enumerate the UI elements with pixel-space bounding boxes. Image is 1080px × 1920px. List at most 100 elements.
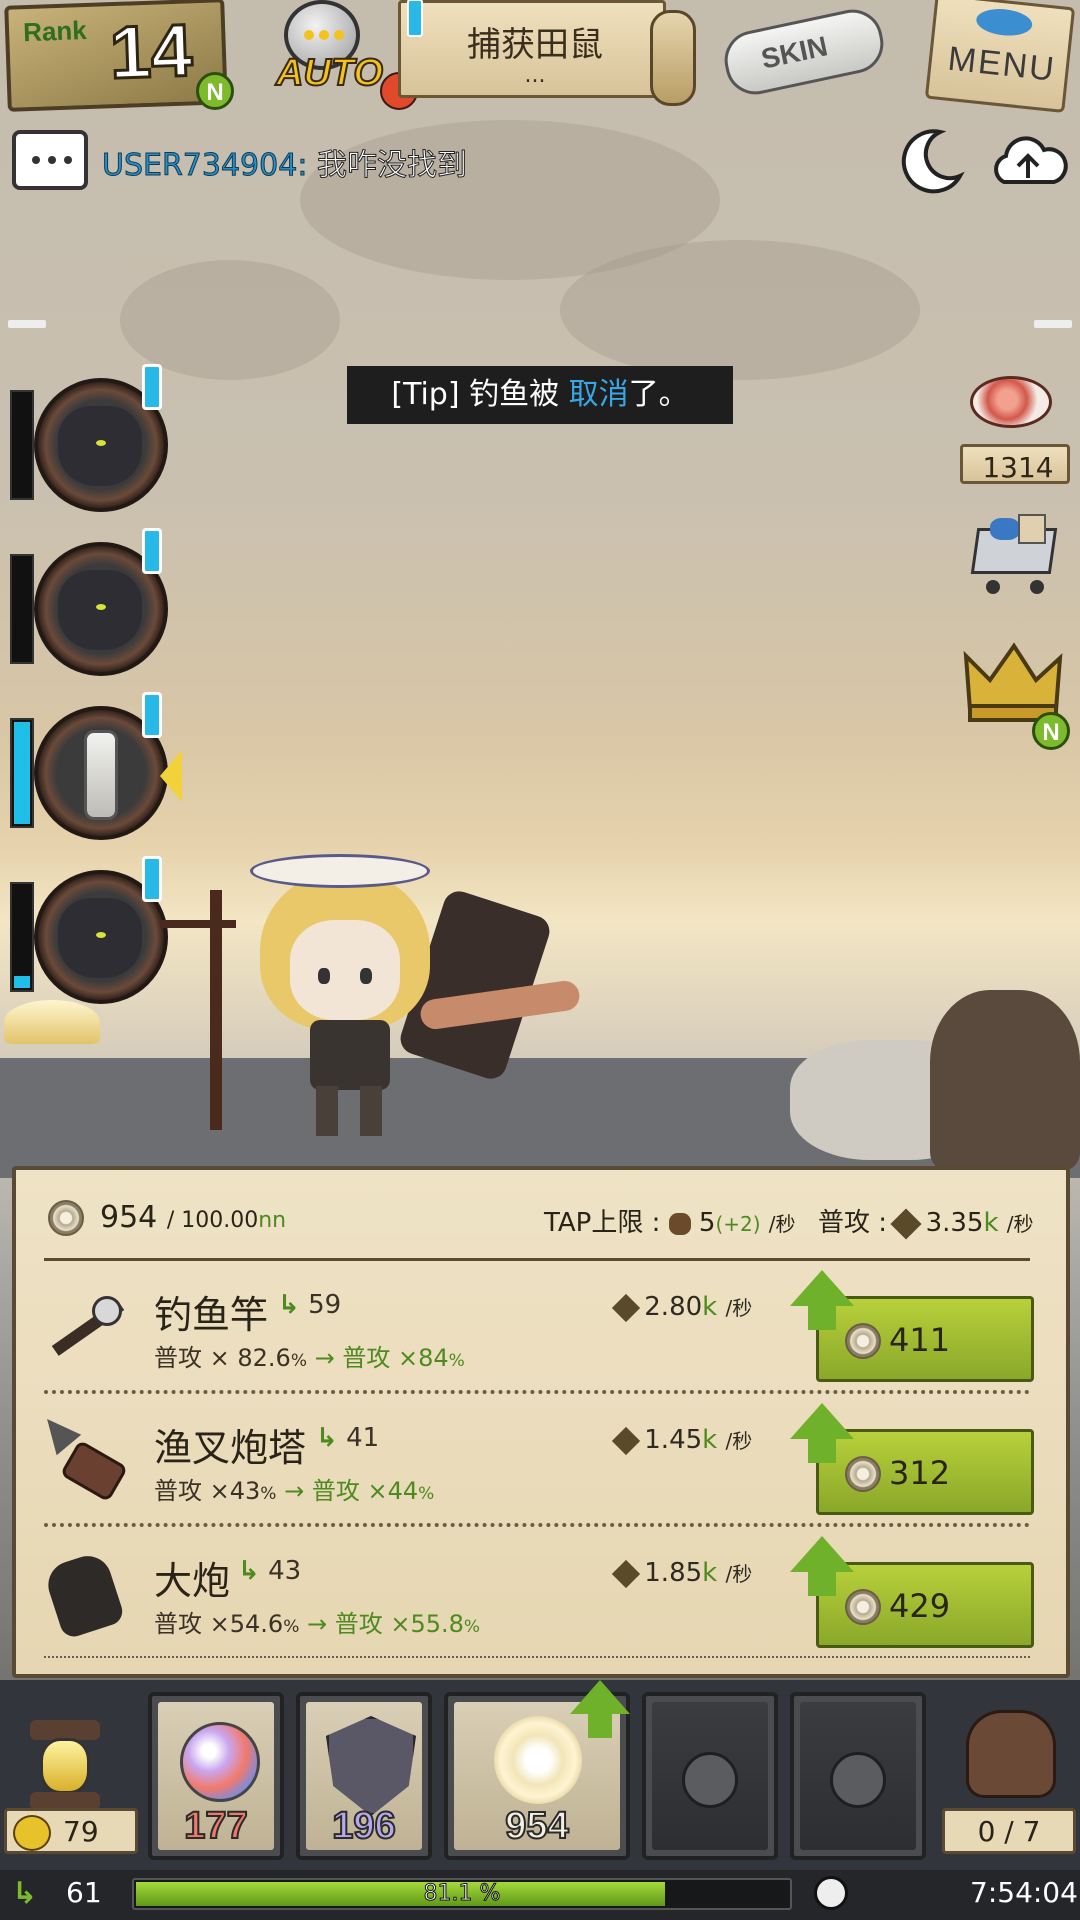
inventory-slot-orb[interactable]: 177 bbox=[148, 1692, 284, 1860]
bottle-icon bbox=[84, 730, 118, 820]
upgrade-row-cannon: 大炮 ↳ 43 普攻 ×54.6% → 普攻 ×55.8% 1.85k /秒 4… bbox=[34, 1536, 1044, 1668]
sword-icon bbox=[890, 1207, 922, 1240]
attack-label: 普攻 : bbox=[818, 1208, 888, 1238]
crew-slot[interactable] bbox=[10, 528, 168, 682]
inventory-slot-locked[interactable] bbox=[642, 1692, 778, 1860]
tip-toast: [Tip] 钓鱼被 取消了。 bbox=[347, 366, 733, 424]
alert-icon bbox=[142, 856, 162, 902]
menu-label: MENU bbox=[946, 39, 1058, 89]
attack-rate: 普攻 : 3.35k /秒 bbox=[818, 1202, 1034, 1240]
slot-progress bbox=[10, 554, 34, 664]
level-icon: ↳ bbox=[278, 1290, 300, 1320]
moon-icon[interactable] bbox=[896, 126, 966, 196]
shell-currency-icon bbox=[845, 1589, 881, 1625]
upgrade-button[interactable]: 312 bbox=[816, 1429, 1034, 1515]
cloud bbox=[120, 260, 340, 380]
upgrade-row-harpoon-turret: 渔叉炮塔 ↳ 41 普攻 ×43% → 普攻 ×44% 1.45k /秒 312 bbox=[34, 1403, 1044, 1535]
upgrade-arrow-stem bbox=[808, 1437, 836, 1463]
sword-icon bbox=[611, 1559, 641, 1588]
inventory-slot-shell[interactable]: 954 bbox=[444, 1680, 630, 1860]
upgrade-effect: 普攻 × 82.6% → 普攻 ×84% bbox=[154, 1344, 465, 1372]
player-character[interactable] bbox=[250, 840, 440, 1140]
shop-cart-icon[interactable] bbox=[964, 508, 1064, 600]
upgrade-arrow-icon bbox=[790, 1270, 854, 1306]
level-icon: ↳ bbox=[12, 1876, 38, 1911]
barrel bbox=[930, 990, 1080, 1170]
shell-currency-icon bbox=[845, 1323, 881, 1359]
crown-new-badge: N bbox=[1032, 712, 1070, 750]
crew-slot[interactable] bbox=[10, 692, 182, 846]
currency-unit: nn bbox=[258, 1208, 287, 1233]
bottle-icon: SKIN bbox=[719, 4, 889, 100]
clock-time: 7:54:04 bbox=[970, 1876, 1078, 1909]
chat-latest-message[interactable]: USER734904: 我咋没找到 bbox=[101, 140, 467, 184]
tap-value: 5 bbox=[698, 1208, 716, 1238]
quest-banner[interactable]: 捕获田鼠 ... bbox=[398, 0, 666, 98]
currency-value: 954 bbox=[100, 1200, 158, 1235]
currency-max: / 100.00 bbox=[166, 1208, 259, 1233]
upgrade-dps: 2.80k /秒 bbox=[611, 1292, 752, 1322]
shell-currency-icon bbox=[48, 1200, 84, 1236]
tip-highlight: 取消 bbox=[568, 377, 629, 412]
meat-icon[interactable] bbox=[966, 370, 1056, 434]
upgrade-arrow-stem bbox=[588, 1712, 612, 1738]
orb-count: 177 bbox=[183, 1804, 248, 1848]
rank-label: Rank bbox=[22, 15, 88, 48]
rank-value: 14 bbox=[107, 7, 195, 96]
upgrade-level: ↳ 59 bbox=[278, 1290, 342, 1320]
skin-label: SKIN bbox=[758, 30, 831, 75]
gold-bag-icon bbox=[13, 1815, 51, 1851]
shell-currency-icon bbox=[845, 1456, 881, 1492]
upgrade-effect: 普攻 ×54.6% → 普攻 ×55.8% bbox=[154, 1610, 481, 1638]
upgrade-button[interactable]: 411 bbox=[816, 1296, 1034, 1382]
alert-icon bbox=[142, 364, 162, 410]
scroll-icon[interactable] bbox=[650, 10, 696, 106]
tap-per-sec: /秒 bbox=[768, 1212, 796, 1236]
backpack-value: 0 / 7 bbox=[977, 1815, 1041, 1848]
quest-title: 捕获田鼠 bbox=[467, 25, 603, 65]
cloud-upload-icon[interactable] bbox=[988, 130, 1068, 190]
inventory-slot-shield[interactable]: 196 bbox=[296, 1692, 432, 1860]
rank-plate[interactable]: Rank 14 bbox=[4, 0, 228, 112]
upgrade-button[interactable]: 429 bbox=[816, 1562, 1034, 1648]
upgrade-cost: 411 bbox=[889, 1321, 951, 1359]
backpack-icon[interactable] bbox=[950, 1700, 1070, 1806]
panel-divider bbox=[44, 1258, 1030, 1261]
chat-icon[interactable] bbox=[12, 130, 88, 190]
upgrade-dps: 1.45k /秒 bbox=[611, 1425, 752, 1455]
upgrade-name: 渔叉炮塔 bbox=[154, 1426, 307, 1470]
auto-button[interactable]: AUTO bbox=[262, 0, 418, 112]
tap-label: TAP上限 : bbox=[544, 1208, 661, 1238]
inventory-slot-locked[interactable] bbox=[790, 1692, 926, 1860]
chat-text: 我咋没找到 bbox=[316, 148, 467, 184]
row-separator bbox=[44, 1523, 1030, 1527]
stats-row: 954 / 100.00nn TAP上限 : 5(+2) /秒 普攻 : 3.3… bbox=[34, 1196, 1044, 1242]
cat-icon bbox=[58, 898, 142, 978]
player-level: 61 bbox=[66, 1876, 102, 1909]
gold-value: 79 bbox=[63, 1815, 99, 1848]
crew-slot[interactable] bbox=[10, 364, 168, 518]
edge-marker bbox=[1034, 320, 1072, 328]
rainbow-orb-icon bbox=[180, 1722, 260, 1802]
attack-per-sec: /秒 bbox=[1006, 1212, 1034, 1236]
menu-button[interactable]: MENU bbox=[924, 0, 1076, 114]
upgrade-arrow-icon bbox=[790, 1403, 854, 1439]
upgrade-cost: 429 bbox=[889, 1587, 951, 1625]
hourglass-icon[interactable] bbox=[10, 1700, 120, 1820]
crew-slot[interactable] bbox=[10, 856, 168, 1010]
pole-arm bbox=[160, 920, 236, 928]
shell-count: 954 bbox=[504, 1804, 569, 1848]
edge-marker bbox=[8, 320, 46, 328]
skin-button[interactable]: SKIN bbox=[714, 4, 894, 102]
level-icon: ↳ bbox=[238, 1556, 260, 1586]
meat-count: 1314 bbox=[982, 451, 1054, 484]
alert-icon bbox=[142, 692, 162, 738]
fish-icon bbox=[975, 6, 1034, 39]
upgrade-effect: 普攻 ×43% → 普攻 ×44% bbox=[154, 1477, 435, 1505]
upgrade-dps: 1.85k /秒 bbox=[611, 1558, 752, 1588]
chat-username: USER734904: bbox=[101, 148, 308, 184]
upgrade-arrow-icon bbox=[570, 1680, 630, 1714]
cat-icon bbox=[58, 406, 142, 486]
tip-prefix: [Tip] 钓鱼被 bbox=[391, 377, 569, 412]
meat-count-box: 1314 bbox=[960, 444, 1070, 484]
